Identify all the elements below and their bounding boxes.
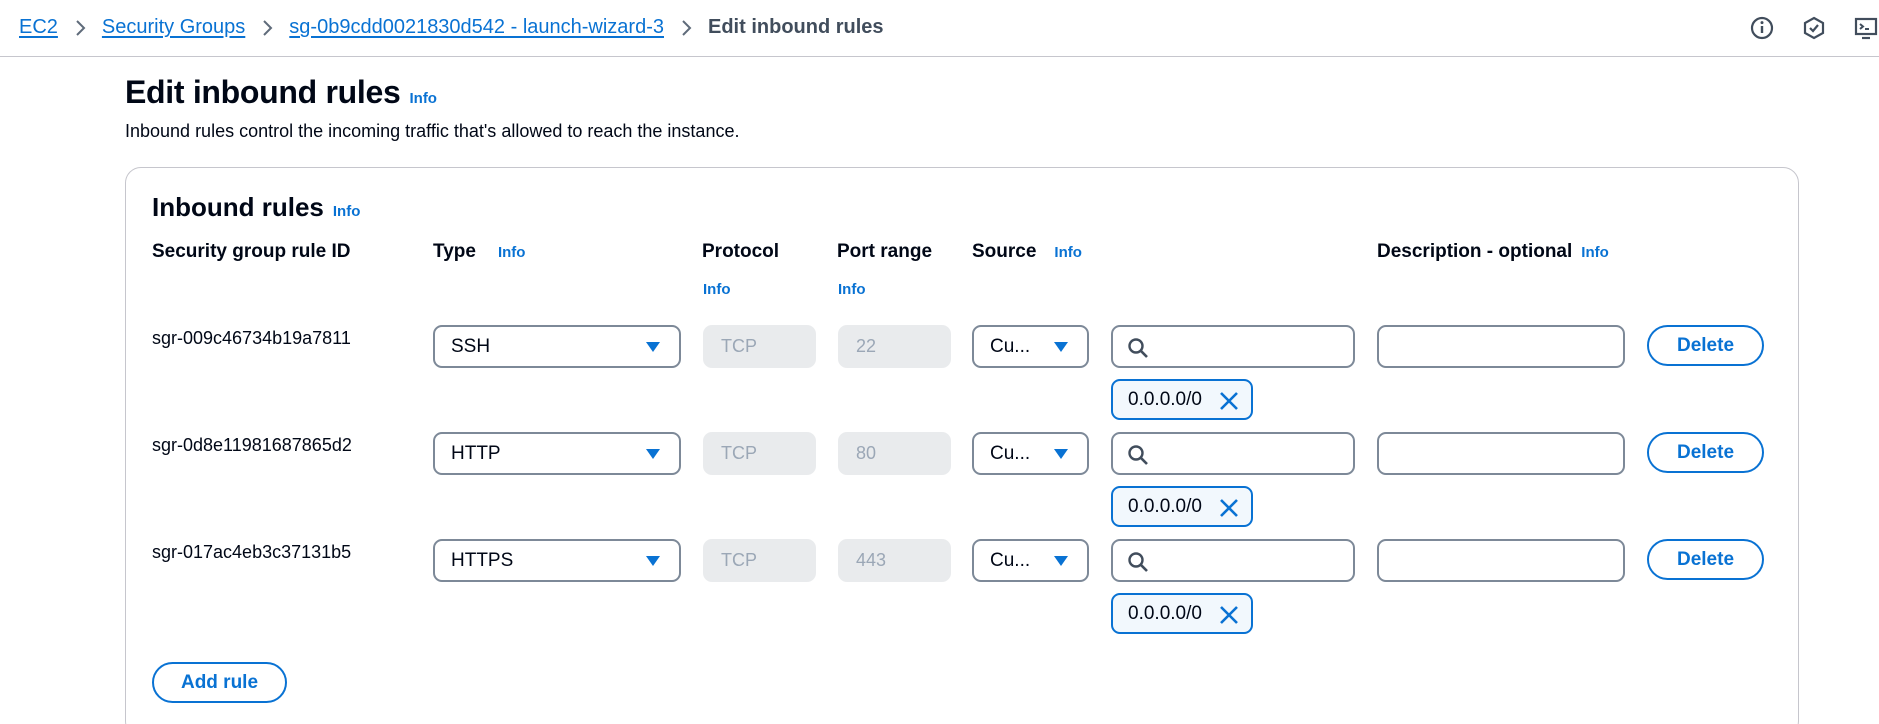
source-search-input[interactable] — [1111, 539, 1355, 582]
cidr-token: 0.0.0.0/0 — [1111, 486, 1253, 527]
caret-down-icon — [1054, 449, 1068, 459]
cidr-token-value: 0.0.0.0/0 — [1128, 602, 1202, 624]
cidr-token: 0.0.0.0/0 — [1111, 379, 1253, 420]
col-header-rule-id: Security group rule ID — [152, 241, 350, 263]
col-header-port-range-label: Port range — [837, 241, 933, 262]
col-header-port-range: Port range — [837, 241, 932, 263]
caret-down-icon — [1054, 556, 1068, 566]
col-header-source: Source Info — [972, 241, 1082, 263]
type-select-value: SSH — [451, 335, 491, 357]
type-select-value: HTTPS — [451, 549, 514, 571]
port-range-info-link[interactable]: Info — [838, 281, 866, 298]
source-search-input[interactable] — [1111, 432, 1355, 475]
top-icons — [1749, 15, 1879, 41]
rule-id: sgr-017ac4eb3c37131b5 — [152, 542, 352, 562]
rule-id: sgr-009c46734b19a7811 — [152, 328, 351, 348]
panel-info-link[interactable]: Info — [333, 203, 361, 220]
col-header-type: Type Info — [433, 241, 525, 263]
chevron-right-icon — [58, 16, 102, 39]
protocol-info-link[interactable]: Info — [703, 281, 731, 298]
caret-down-icon — [646, 449, 660, 459]
type-info-link[interactable]: Info — [498, 244, 526, 261]
delete-button[interactable]: Delete — [1647, 325, 1764, 366]
type-select[interactable]: HTTPS — [433, 539, 681, 582]
caret-down-icon — [646, 342, 660, 352]
close-icon[interactable] — [1219, 605, 1239, 625]
cidr-token: 0.0.0.0/0 — [1111, 593, 1253, 634]
breadcrumb: EC2 Security Groups sg-0b9cdd0021830d542… — [19, 16, 884, 39]
description-input[interactable] — [1377, 325, 1625, 368]
col-header-description-label: Description - optional — [1377, 241, 1573, 262]
source-select[interactable]: Cu... — [972, 432, 1089, 475]
protocol-field: TCP — [703, 432, 816, 475]
chevron-right-icon — [245, 16, 289, 39]
source-search-input[interactable] — [1111, 325, 1355, 368]
port-range-field: 80 — [838, 432, 951, 475]
description-input[interactable] — [1377, 432, 1625, 475]
close-icon[interactable] — [1219, 498, 1239, 518]
cidr-token-value: 0.0.0.0/0 — [1128, 388, 1202, 410]
breadcrumb-ec2[interactable]: EC2 — [19, 16, 58, 39]
type-select[interactable]: HTTP — [433, 432, 681, 475]
search-icon — [1128, 445, 1148, 465]
page-info-link[interactable]: Info — [409, 90, 437, 107]
page-description: Inbound rules control the incoming traff… — [125, 121, 740, 141]
col-header-type-label: Type — [433, 241, 476, 262]
search-icon — [1128, 338, 1148, 358]
col-header-protocol: Protocol — [702, 241, 779, 263]
page-title-text: Edit inbound rules — [125, 74, 401, 110]
caret-down-icon — [1054, 342, 1068, 352]
top-bar: EC2 Security Groups sg-0b9cdd0021830d542… — [0, 0, 1879, 57]
delete-button[interactable]: Delete — [1647, 539, 1764, 580]
caret-down-icon — [646, 556, 660, 566]
type-select[interactable]: SSH — [433, 325, 681, 368]
protocol-field: TCP — [703, 325, 816, 368]
source-info-link[interactable]: Info — [1054, 244, 1082, 261]
port-range-field: 443 — [838, 539, 951, 582]
source-select[interactable]: Cu... — [972, 325, 1089, 368]
info-circle-icon[interactable] — [1749, 15, 1775, 41]
breadcrumb-security-group[interactable]: sg-0b9cdd0021830d542 - launch-wizard-3 — [289, 16, 664, 39]
source-select-value: Cu... — [990, 549, 1031, 571]
panel-title: Inbound rules Info — [152, 192, 360, 223]
search-icon — [1128, 552, 1148, 572]
port-range-field: 22 — [838, 325, 951, 368]
source-select[interactable]: Cu... — [972, 539, 1089, 582]
page-title: Edit inbound rules Info — [125, 74, 437, 111]
cloudshell-icon[interactable] — [1853, 15, 1879, 41]
chevron-right-icon — [664, 16, 708, 39]
col-header-description: Description - optional Info — [1377, 241, 1609, 263]
delete-button[interactable]: Delete — [1647, 432, 1764, 473]
add-rule-button[interactable]: Add rule — [152, 662, 287, 703]
protocol-field: TCP — [703, 539, 816, 582]
rule-id: sgr-0d8e11981687865d2 — [152, 435, 352, 455]
close-icon[interactable] — [1219, 391, 1239, 411]
source-select-value: Cu... — [990, 442, 1031, 464]
col-header-source-label: Source — [972, 241, 1037, 262]
panel-title-text: Inbound rules — [152, 192, 324, 222]
settings-hexagon-icon[interactable] — [1801, 15, 1827, 41]
description-info-link[interactable]: Info — [1581, 244, 1609, 261]
breadcrumb-security-groups[interactable]: Security Groups — [102, 16, 245, 39]
source-select-value: Cu... — [990, 335, 1031, 357]
breadcrumb-current: Edit inbound rules — [708, 16, 884, 38]
description-input[interactable] — [1377, 539, 1625, 582]
type-select-value: HTTP — [451, 442, 501, 464]
col-header-rule-id-label: Security group rule ID — [152, 241, 351, 262]
col-header-protocol-label: Protocol — [702, 241, 780, 262]
cidr-token-value: 0.0.0.0/0 — [1128, 495, 1202, 517]
